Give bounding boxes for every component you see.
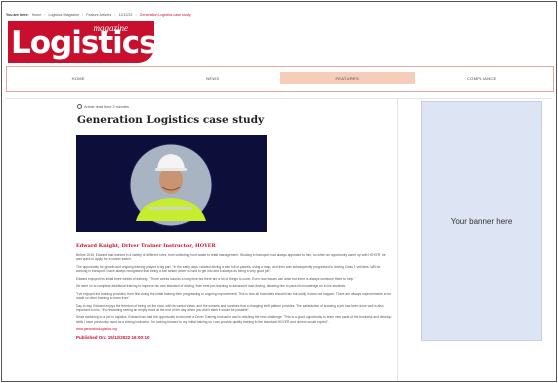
article-link[interactable]: www.generationlogistics.org [76,327,392,331]
breadcrumb-separator: › [44,13,46,17]
breadcrumb-link-date[interactable]: 12/12/22 [118,12,132,18]
logo-logistics-text: Logistics [11,25,154,61]
hero-photo [76,135,267,232]
clock-icon [77,104,82,109]
breadcrumb-link-feature-articles[interactable]: Feature Articles [86,12,111,18]
breadcrumb-current: Generation Logistics case study [139,13,191,17]
breadcrumb-separator: › [135,13,137,17]
breadcrumb-separator: › [114,13,116,17]
nav-item-home[interactable]: HOME [11,72,146,84]
breadcrumb-separator: › [82,13,84,17]
article-subhead: Edward Knight, Driver Trainer Instructor… [76,243,216,249]
hero-image [76,135,267,232]
published-date: Published On: 15/12/2022 16:00:10 [76,334,150,340]
article-paragraph: Before 2015, Edward had worked in a vari… [76,253,386,262]
site-logo[interactable]: magazine Logistics [8,21,154,63]
read-time-label: Article read time 2 minutes [84,104,129,109]
main-navigation: HOME NEWS FEATURES COMPLIANCE [6,66,554,92]
breadcrumb: You are here: Home › Logistics Magazine … [6,11,191,19]
article-paragraph: "I've enjoyed the training provided, fro… [76,291,392,300]
article-title: Generation Logistics case study [77,114,265,126]
page-frame: You are here: Home › Logistics Magazine … [1,1,557,382]
nav-item-features[interactable]: FEATURES [280,72,415,84]
sidebar-banner[interactable]: Your banner here [421,101,542,341]
breadcrumb-prefix: You are here: [6,13,29,17]
article-paragraph: Day to day, Edward enjoys the freedom of… [76,303,384,312]
article-body: Edward Knight, Driver Trainer Instructor… [76,243,392,340]
article-paragraph: Since switching to a job in logistics, E… [76,315,392,324]
read-time: Article read time 2 minutes [77,104,129,109]
breadcrumb-link-home[interactable]: Home [32,12,42,18]
banner-text: Your banner here [450,216,513,226]
nav-item-news[interactable]: NEWS [146,72,281,84]
nav-item-compliance[interactable]: COMPLIANCE [415,72,550,84]
article-paragraph: The opportunity for growth and ongoing t… [76,264,381,273]
article-content: Article read time 2 minutes Generation L… [42,98,398,381]
breadcrumb-link-logistics-magazine[interactable]: Logistics Magazine [49,12,80,18]
article-paragraph: Edward enjoyed his initial three weeks o… [76,276,356,281]
article-paragraph: He went on to complete additional traini… [76,284,346,289]
